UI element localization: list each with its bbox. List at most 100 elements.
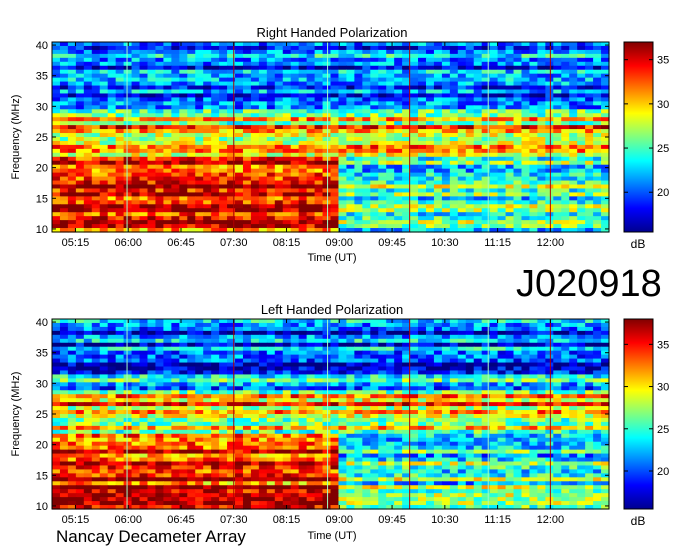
spectrogram-cell [457, 97, 467, 102]
spectrogram-cell [227, 362, 236, 368]
spectrogram-cell [457, 49, 467, 55]
spectrogram-cell [449, 97, 459, 102]
spectrogram-cell [107, 370, 117, 376]
spectrogram-cell [433, 77, 443, 83]
spectrogram-cell [457, 319, 467, 324]
spectrogram-cell [346, 140, 355, 146]
spectrogram-cell [99, 330, 109, 336]
spectrogram-cell [577, 224, 586, 229]
spectrogram-cell [593, 144, 602, 150]
spectrogram-cell [147, 220, 157, 225]
spectrogram-cell [266, 224, 276, 229]
spectrogram-cell [203, 164, 212, 170]
spectrogram-cell [258, 69, 268, 75]
spectrogram-cell [242, 402, 252, 407]
spectrogram-cell [203, 89, 212, 95]
spectrogram-cell [545, 77, 554, 83]
spectrogram-cell [195, 77, 204, 83]
spectrogram-cell [163, 200, 172, 205]
spectrogram-cell [362, 109, 371, 114]
spectrogram-cell [370, 342, 379, 348]
spectrogram-cell [425, 220, 435, 225]
spectrogram-cell [593, 148, 602, 154]
spectrogram-cell [163, 338, 172, 344]
spectrogram-cell [601, 117, 610, 122]
spectrogram-cell [250, 200, 260, 205]
spectrogram-cell [513, 192, 523, 197]
spectrogram-cell [235, 382, 244, 387]
spectrogram-cell [258, 49, 268, 55]
spectrogram-cell [553, 140, 562, 146]
x-tick-label: 06:45 [167, 237, 195, 249]
spectrogram-cell [115, 133, 125, 138]
spectrogram-cell [394, 196, 403, 201]
spectrogram-cell [107, 200, 117, 205]
spectrogram-cell [457, 184, 467, 190]
spectrogram-cell [505, 105, 515, 110]
spectrogram-cell [75, 121, 85, 126]
spectrogram-cell [59, 121, 69, 126]
spectrogram-cell [465, 319, 475, 324]
spectrogram-cell [577, 176, 586, 182]
spectrogram-cell [131, 81, 141, 87]
spectrogram-cell [115, 378, 125, 383]
spectrogram-cell [521, 144, 531, 150]
spectrogram-cell [322, 334, 332, 340]
spectrogram-cell [457, 176, 467, 182]
spectrogram-cell [569, 188, 578, 194]
spectrogram-cell [139, 168, 149, 174]
spectrogram-cell [410, 224, 419, 229]
spectrogram-cell [561, 117, 570, 122]
spectrogram-cell [449, 346, 459, 352]
spectrogram-cell [569, 220, 578, 225]
spectrogram-cell [187, 398, 196, 403]
spectrogram-cell [274, 224, 284, 229]
spectrogram-cell [123, 406, 133, 411]
spectrogram-cell [131, 322, 141, 328]
spectrogram-cell [123, 93, 133, 99]
spectrogram-cell [394, 57, 403, 63]
spectrogram-cell [418, 81, 427, 87]
spectrogram-cell [465, 57, 475, 63]
spectrogram-cell [513, 93, 523, 99]
spectrogram-cell [179, 164, 188, 170]
spectrogram-cell [569, 49, 578, 55]
spectrogram-cell [497, 350, 507, 356]
spectrogram-cell [219, 172, 228, 178]
spectrogram-cell [298, 77, 308, 83]
spectrogram-cell [203, 57, 212, 63]
spectrogram-cell [250, 326, 260, 332]
spectrogram-cell [553, 65, 562, 71]
spectrogram-cell [155, 89, 164, 95]
spectrogram-cell [67, 370, 77, 376]
spectrogram-cell [155, 105, 164, 110]
spectrogram-cell [553, 93, 562, 99]
spectrogram-cell [298, 350, 308, 356]
spectrogram-cell [59, 208, 69, 213]
spectrogram-cell [250, 109, 260, 114]
spectrogram-cell [378, 89, 387, 95]
spectrogram-cell [433, 390, 443, 395]
spectrogram-cell [521, 338, 531, 344]
spectrogram-cell [139, 144, 149, 150]
spectrogram-cell [59, 184, 69, 190]
spectrogram-cell [211, 133, 220, 138]
spectrogram-cell [370, 160, 379, 166]
spectrogram-cell [107, 172, 117, 178]
spectrogram-cell [561, 140, 570, 146]
spectrogram-cell [171, 113, 180, 118]
spectrogram-cell [338, 322, 348, 328]
spectrogram-cell [258, 105, 268, 110]
spectrogram-cell [147, 105, 157, 110]
spectrogram-cell [298, 81, 308, 87]
spectrogram-cell [585, 152, 594, 158]
spectrogram-cell [187, 326, 196, 332]
spectrogram-cell [250, 176, 260, 182]
spectrogram-cell [497, 160, 507, 166]
spectrogram-cell [163, 192, 172, 197]
spectrogram-cell [115, 137, 125, 142]
spectrogram-cell [163, 125, 172, 130]
spectrogram-cell [52, 326, 61, 332]
spectrogram-cell [545, 224, 554, 229]
spectrogram-cell [386, 133, 395, 138]
